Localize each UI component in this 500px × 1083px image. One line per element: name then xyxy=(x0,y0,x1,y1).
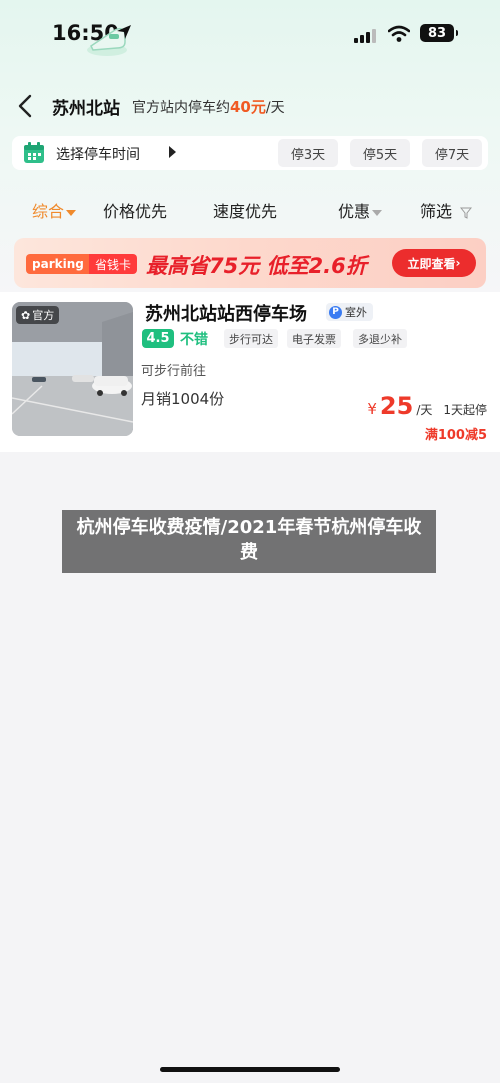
sort-comprehensive[interactable]: 综合 xyxy=(32,198,77,222)
sort-bar: 综合 价格优先 速度优先 优惠 筛选 xyxy=(0,192,500,226)
official-price-note: 官方站内停车约40元/天 xyxy=(132,96,285,117)
signal-icon xyxy=(354,29,376,43)
sort-comprehensive-label: 综合 xyxy=(32,202,65,221)
caret-down-icon xyxy=(372,209,383,216)
sort-discount-label: 优惠 xyxy=(338,202,371,221)
parking-p-icon: P xyxy=(329,305,342,319)
walk-info: 可步行前往 xyxy=(141,364,207,379)
parking-lot-name[interactable]: 苏州北站站西停车场 xyxy=(145,300,307,326)
savings-card-banner[interactable]: parking 省钱卡 最高省75元 低至2.6折 立即查看 › xyxy=(14,238,486,288)
chevron-right-icon: › xyxy=(455,256,461,270)
select-time-label[interactable]: 选择停车时间 xyxy=(56,144,140,164)
tag-walkable: 步行可达 xyxy=(224,329,278,348)
chip-3-days[interactable]: 停3天 xyxy=(278,139,338,167)
outdoor-badge-label: 室外 xyxy=(345,306,367,319)
play-arrow-icon xyxy=(169,146,176,158)
tag-e-invoice: 电子发票 xyxy=(287,329,341,348)
page-header: 苏州北站 官方站内停车约40元/天 xyxy=(0,84,500,128)
wifi-icon xyxy=(387,25,411,47)
caption-overlay: 杭州停车收费疫情/2021年春节杭州停车收费 xyxy=(62,510,436,573)
price-currency: ¥ xyxy=(367,400,377,418)
price-note-prefix: 官方站内停车约 xyxy=(132,100,230,116)
location-arrow-icon xyxy=(116,24,132,44)
chip-7-days[interactable]: 停7天 xyxy=(422,139,482,167)
official-badge: ✿ 官方 xyxy=(16,306,60,324)
sort-speed[interactable]: 速度优先 xyxy=(213,198,277,222)
sort-discount[interactable]: 优惠 xyxy=(338,198,383,222)
home-indicator[interactable] xyxy=(160,1067,340,1072)
tag-refund: 多退少补 xyxy=(353,329,407,348)
banner-parking-tag: parking xyxy=(26,254,90,274)
price-note-suffix: /天 xyxy=(265,100,285,116)
battery-icon: 83 xyxy=(420,24,458,42)
status-bar: 16:50 83 xyxy=(0,0,500,66)
price-row: ¥ 25 /天 1天起停 xyxy=(367,392,487,420)
calendar-icon xyxy=(22,142,46,168)
price-note-value: 40元 xyxy=(230,98,266,116)
back-arrow-icon[interactable] xyxy=(14,92,38,120)
rating-text: 不错 xyxy=(180,332,208,348)
parking-lot-photo: ✿ 官方 xyxy=(12,302,133,436)
sort-price[interactable]: 价格优先 xyxy=(103,198,167,222)
parking-time-selector[interactable]: 选择停车时间 停3天 停5天 停7天 xyxy=(12,136,488,170)
verified-badge-icon: ✿ xyxy=(21,308,31,322)
banner-button-label: 立即查看 xyxy=(407,256,456,271)
filter-label: 筛选 xyxy=(420,202,453,221)
page-title: 苏州北站 xyxy=(52,99,120,119)
filter-funnel-icon xyxy=(457,202,473,221)
discount-label: 满100减5 xyxy=(424,428,487,443)
price-unit: /天 xyxy=(416,403,433,417)
banner-savings-tag: 省钱卡 xyxy=(89,254,138,274)
official-badge-label: 官方 xyxy=(32,309,55,322)
banner-headline: 最高省75元 低至2.6折 xyxy=(146,254,367,278)
rating-score: 4.5 xyxy=(142,329,174,348)
outdoor-badge: P 室外 xyxy=(326,303,373,321)
filter-button[interactable]: 筛选 xyxy=(420,198,473,222)
price-value: 25 xyxy=(379,392,414,420)
monthly-sales: 月销1004份 xyxy=(141,390,225,408)
caret-down-icon xyxy=(66,209,77,216)
banner-view-button[interactable]: 立即查看 › xyxy=(392,249,476,277)
chip-5-days[interactable]: 停5天 xyxy=(350,139,410,167)
min-days: 1天起停 xyxy=(443,403,487,417)
parking-lot-card[interactable]: ✿ 官方 苏州北站站西停车场 P 室外 4.5 不错 步行可达 电子发票 多退少补 … xyxy=(0,292,500,452)
